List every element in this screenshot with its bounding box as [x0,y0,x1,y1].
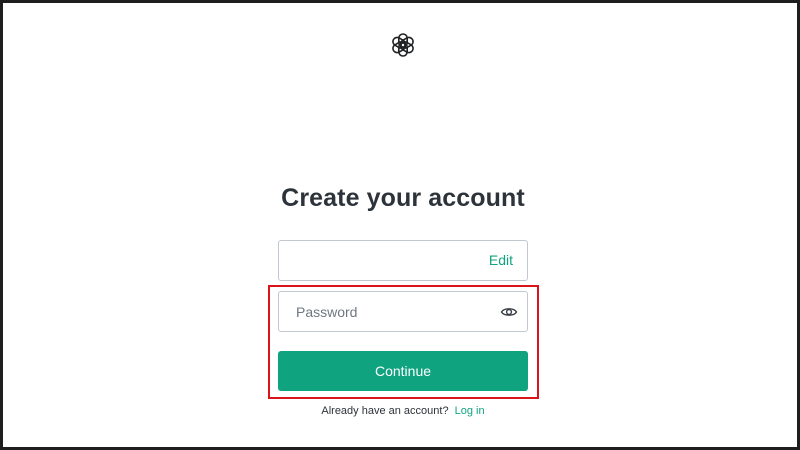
login-link[interactable]: Log in [455,405,485,417]
edit-email-link[interactable]: Edit [489,252,513,268]
openai-logo-icon [390,32,416,58]
email-field[interactable]: Edit [278,240,528,281]
password-field[interactable] [278,291,528,332]
page-title: Create your account [281,184,525,212]
eye-icon[interactable] [500,303,518,321]
password-input[interactable] [280,293,485,330]
page-frame: Create your account Edit Continue Alread… [0,0,800,450]
login-prompt: Already have an account? Log in [3,405,800,417]
login-prompt-text: Already have an account? [321,405,449,417]
continue-button[interactable]: Continue [278,351,528,391]
